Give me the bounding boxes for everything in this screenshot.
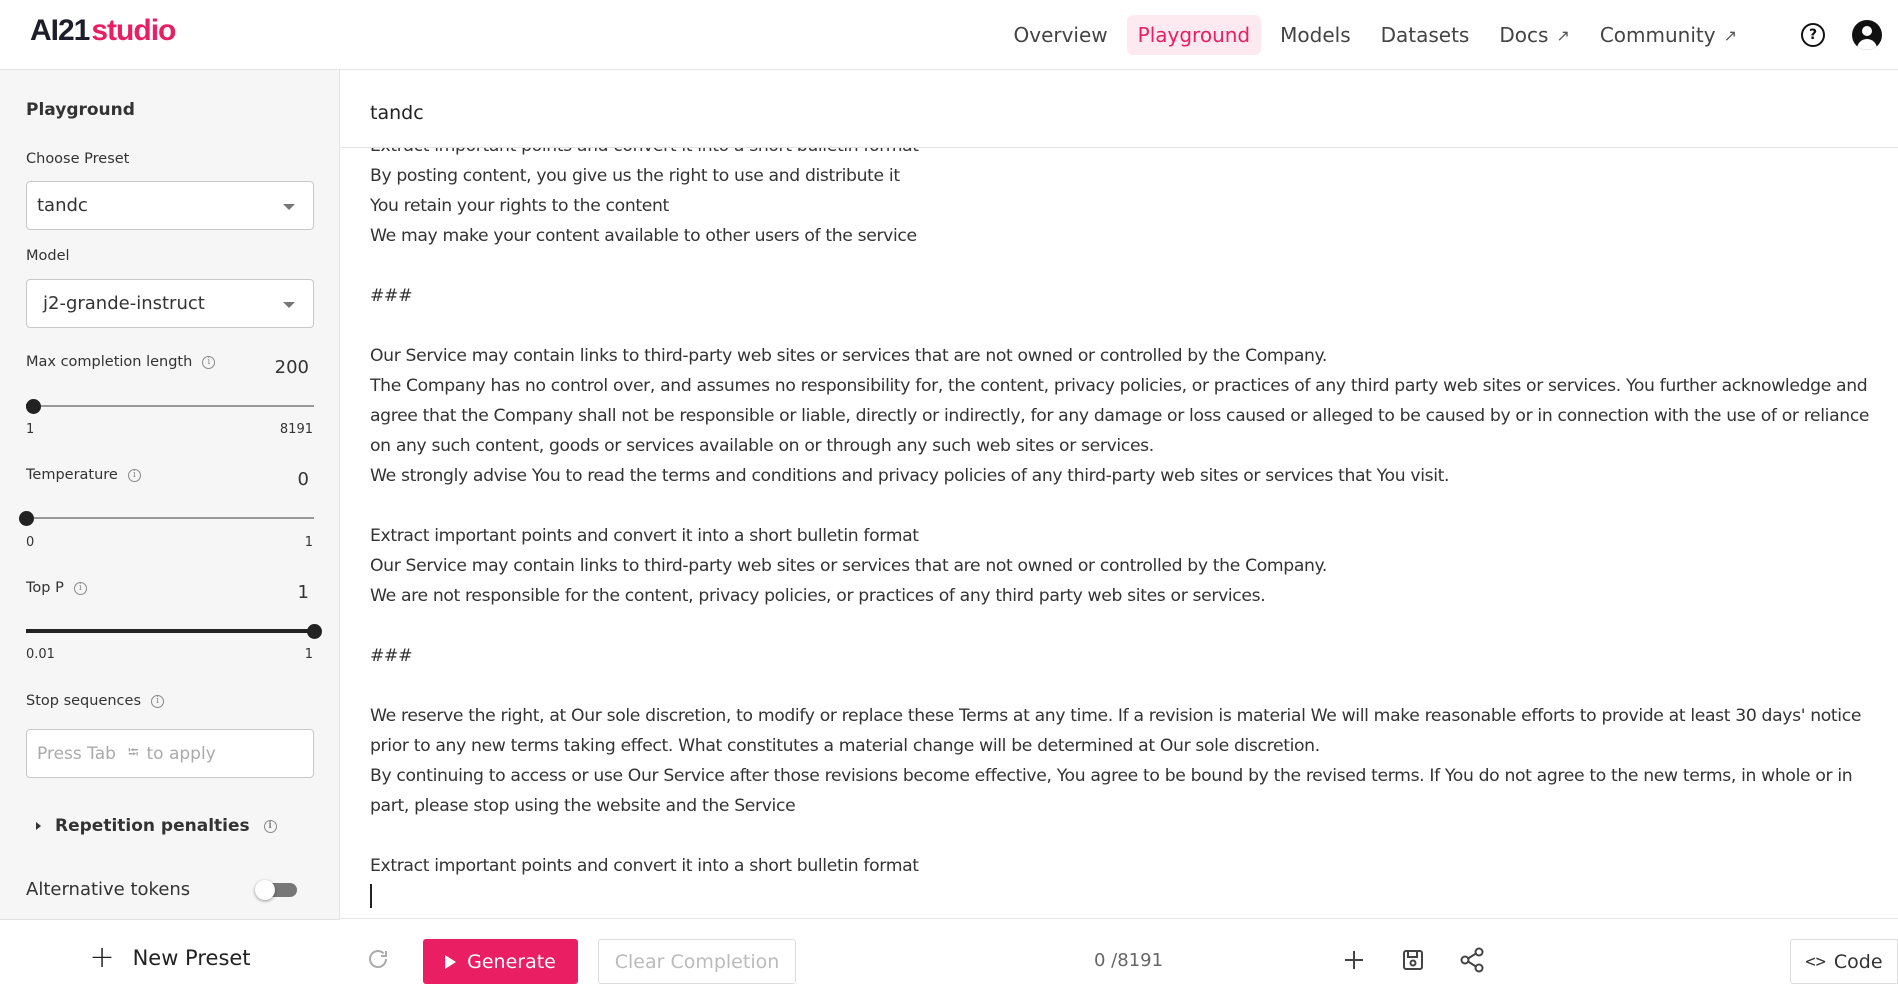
sidebar-title: Playground [26, 100, 135, 120]
temperature-min: 0 [26, 535, 35, 550]
top-p-slider[interactable] [26, 622, 322, 640]
logo-sub-text: studio [91, 14, 176, 47]
main-nav: Overview Playground Models Datasets Docs… [994, 12, 1748, 58]
play-icon [445, 954, 457, 969]
info-icon[interactable]: i [127, 468, 141, 482]
ai21-studio-logo[interactable]: AI21studio [30, 14, 176, 48]
nav-datasets[interactable]: Datasets [1370, 15, 1481, 55]
add-icon[interactable] [1341, 947, 1367, 973]
clear-completion-button[interactable]: Clear Completion [598, 939, 796, 984]
new-preset-label: New Preset [132, 945, 251, 970]
editor-toolbar: Generate Clear Completion 0 /8191 <> Cod… [341, 918, 1898, 995]
text-cursor [370, 884, 372, 908]
stop-sequences-label: Stop sequences i [26, 693, 165, 709]
info-icon[interactable]: i [73, 581, 87, 595]
nav-models-label: Models [1280, 23, 1351, 47]
max-length-label: Max completion length i [26, 354, 216, 370]
preset-select-value: tandc [37, 195, 88, 216]
top-p-label: Top P i [26, 580, 87, 596]
prompt-text: Extract important points and convert it … [370, 148, 1870, 876]
clear-completion-label: Clear Completion [614, 950, 780, 973]
info-icon[interactable]: i [151, 694, 165, 708]
nav-models[interactable]: Models [1269, 15, 1361, 55]
caret-right-icon [36, 822, 41, 830]
top-navigation-bar: AI21studio Overview Playground Models Da… [0, 0, 1898, 70]
info-icon[interactable]: i [202, 355, 216, 369]
max-length-value[interactable]: 200 [275, 357, 309, 378]
top-p-label-text: Top P [26, 580, 64, 596]
max-length-min: 1 [26, 422, 35, 437]
repetition-penalties-label: Repetition penalties [55, 816, 250, 836]
slider-track [26, 405, 314, 407]
editor-header: tandc [341, 71, 1898, 148]
nav-overview-label: Overview [1013, 23, 1108, 47]
top-p-max: 1 [304, 647, 313, 662]
temperature-label: Temperature i [26, 467, 141, 483]
settings-sidebar: Playground Choose Preset tandc Model j2-… [0, 70, 340, 995]
max-length-slider[interactable] [25, 397, 314, 415]
slider-track [26, 517, 314, 519]
stop-sequences-label-text: Stop sequences [26, 693, 142, 709]
generate-label: Generate [467, 950, 556, 973]
save-icon[interactable] [1400, 947, 1426, 973]
alternative-tokens-switch[interactable] [255, 880, 299, 900]
nav-playground-label: Playground [1137, 23, 1251, 47]
chevron-down-icon [283, 204, 295, 210]
info-icon[interactable]: i [263, 819, 277, 833]
code-button[interactable]: <> Code [1790, 939, 1898, 984]
code-label: Code [1833, 950, 1883, 973]
top-p-value[interactable]: 1 [298, 582, 309, 603]
nav-playground[interactable]: Playground [1126, 15, 1262, 55]
max-length-max: 8191 [279, 422, 313, 437]
code-icon: <> [1805, 951, 1826, 972]
repetition-penalties-toggle[interactable]: Repetition penalties i [36, 816, 277, 836]
temperature-value[interactable]: 0 [298, 469, 309, 490]
new-preset-button[interactable]: + New Preset [0, 919, 340, 995]
nav-datasets-label: Datasets [1380, 23, 1470, 47]
nav-community[interactable]: Community ↗ [1589, 15, 1748, 55]
help-icon[interactable]: ? [1801, 23, 1825, 47]
preset-select[interactable]: tandc [26, 181, 314, 230]
slider-thumb[interactable] [307, 624, 322, 639]
prompt-text-area[interactable]: Extract important points and convert it … [370, 148, 1880, 911]
switch-knob [255, 880, 275, 900]
temperature-slider[interactable] [19, 509, 314, 527]
nav-community-label: Community [1599, 23, 1716, 47]
top-p-min: 0.01 [26, 647, 55, 662]
model-select-value: j2-grande-instruct [43, 293, 205, 314]
stop-sequences-input[interactable]: Press Tab ⭾ to apply [26, 729, 314, 778]
prompt-editor[interactable]: Extract important points and convert it … [341, 148, 1898, 918]
model-select[interactable]: j2-grande-instruct [26, 279, 314, 328]
refresh-icon[interactable] [366, 947, 390, 975]
max-length-label-text: Max completion length [26, 354, 193, 370]
external-link-icon: ↗ [1556, 25, 1570, 45]
external-link-icon: ↗ [1723, 25, 1737, 45]
slider-thumb[interactable] [25, 399, 41, 414]
stop-placeholder-suffix: to apply [146, 743, 216, 764]
generate-button[interactable]: Generate [423, 939, 578, 984]
alternative-tokens-label: Alternative tokens [26, 879, 191, 900]
choose-preset-label: Choose Preset [26, 151, 130, 167]
share-icon[interactable] [1459, 947, 1485, 973]
temperature-max: 1 [304, 535, 313, 550]
plus-icon: + [89, 939, 115, 975]
logo-main-text: AI21 [30, 14, 90, 47]
model-label: Model [26, 248, 70, 264]
token-counter: 0 /8191 [1094, 950, 1164, 971]
nav-docs[interactable]: Docs ↗ [1488, 15, 1580, 55]
tab-key-icon: ⭾ [127, 744, 139, 761]
chevron-down-icon [283, 302, 295, 308]
slider-fill [26, 629, 314, 633]
stop-placeholder-prefix: Press Tab [37, 743, 116, 764]
preset-title[interactable]: tandc [370, 102, 424, 124]
slider-thumb[interactable] [19, 511, 34, 526]
temperature-label-text: Temperature [26, 467, 118, 483]
nav-docs-label: Docs [1499, 23, 1549, 47]
user-avatar-icon[interactable] [1852, 20, 1882, 50]
nav-overview[interactable]: Overview [1002, 15, 1118, 55]
